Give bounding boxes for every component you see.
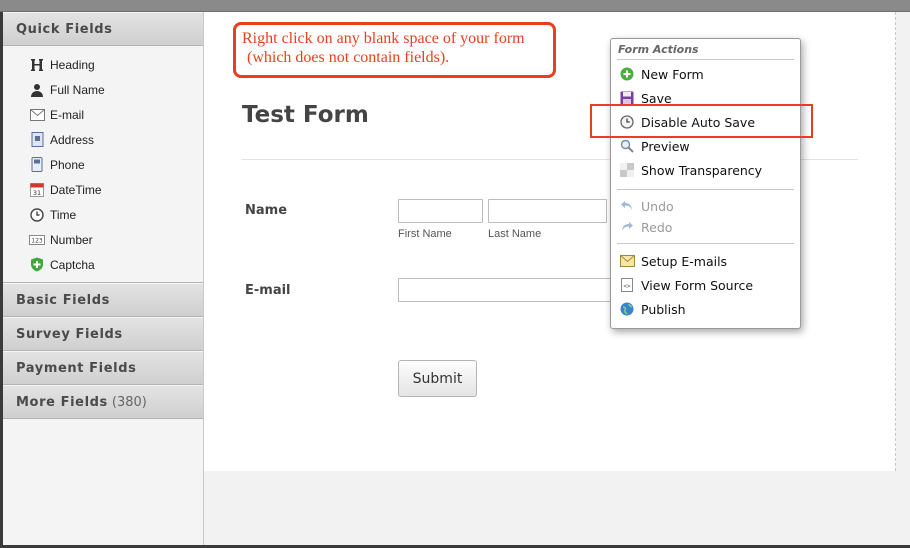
menu-item-setup-emails[interactable]: Setup E-mails bbox=[619, 251, 795, 271]
menu-item-label: New Form bbox=[641, 66, 704, 82]
quick-fields-header-label: Quick Fields bbox=[16, 21, 113, 37]
form-actions-context-menu: Form Actions New Form Save Disable Auto … bbox=[610, 38, 801, 329]
quick-field-captcha[interactable]: Captcha bbox=[3, 252, 203, 277]
quick-field-label: Full Name bbox=[50, 82, 105, 97]
person-icon bbox=[29, 82, 45, 98]
svg-text:<>: <> bbox=[623, 283, 631, 290]
window-top-bar bbox=[0, 0, 910, 12]
quick-field-label: Number bbox=[50, 232, 93, 247]
envelope-icon bbox=[29, 107, 45, 123]
source-code-icon: <> bbox=[619, 277, 635, 293]
quick-field-label: DateTime bbox=[50, 182, 102, 197]
last-name-sublabel: Last Name bbox=[488, 228, 542, 240]
menu-item-label: Publish bbox=[641, 301, 686, 317]
phone-icon bbox=[29, 157, 45, 173]
menu-separator bbox=[617, 59, 794, 60]
quick-field-label: Phone bbox=[50, 157, 85, 172]
name-field-label: Name bbox=[245, 203, 288, 218]
quick-field-number[interactable]: 123 Number bbox=[3, 227, 203, 252]
survey-fields-header-label: Survey Fields bbox=[16, 326, 123, 342]
quick-field-label: Address bbox=[50, 132, 95, 147]
payment-fields-header[interactable]: Payment Fields bbox=[3, 351, 203, 385]
quick-field-time[interactable]: Time bbox=[3, 202, 203, 227]
email-field-label: E-mail bbox=[245, 283, 291, 298]
more-fields-header[interactable]: More Fields (380) bbox=[3, 385, 203, 419]
svg-text:31: 31 bbox=[33, 189, 41, 197]
menu-item-label: Redo bbox=[641, 219, 673, 235]
survey-fields-header[interactable]: Survey Fields bbox=[3, 317, 203, 351]
quick-field-email[interactable]: E-mail bbox=[3, 102, 203, 127]
basic-fields-header-label: Basic Fields bbox=[16, 292, 110, 308]
menu-item-label: View Form Source bbox=[641, 277, 754, 293]
highlight-box bbox=[590, 104, 813, 138]
address-book-icon bbox=[29, 132, 45, 148]
quick-fields-list: Heading Full Name E-mail Address Phone 3… bbox=[3, 46, 203, 283]
callout-line-1: Right click on any blank space of your f… bbox=[242, 30, 525, 47]
quick-field-label: Time bbox=[50, 207, 77, 222]
menu-title: Form Actions bbox=[618, 43, 699, 56]
magnifier-icon bbox=[619, 138, 635, 154]
calendar-icon: 31 bbox=[29, 182, 45, 198]
transparency-icon bbox=[619, 162, 635, 178]
first-name-input[interactable] bbox=[398, 199, 483, 223]
menu-separator bbox=[617, 189, 794, 190]
quick-field-full-name[interactable]: Full Name bbox=[3, 77, 203, 102]
form-title[interactable]: Test Form bbox=[242, 102, 369, 128]
undo-arrow-icon bbox=[619, 198, 635, 214]
menu-item-publish[interactable]: Publish bbox=[619, 299, 795, 319]
envelope-icon bbox=[619, 253, 635, 269]
clock-icon bbox=[29, 207, 45, 223]
redo-arrow-icon bbox=[619, 219, 635, 235]
callout-line-2: (which does not contain fields). bbox=[247, 49, 450, 66]
quick-field-label: Heading bbox=[50, 57, 95, 72]
plus-circle-icon bbox=[619, 66, 635, 82]
last-name-input[interactable] bbox=[488, 199, 607, 223]
first-name-sublabel: First Name bbox=[398, 228, 452, 240]
fields-sidebar: Quick Fields Heading Full Name E-mail Ad… bbox=[3, 12, 204, 545]
number-icon: 123 bbox=[29, 232, 45, 248]
menu-item-preview[interactable]: Preview bbox=[619, 136, 795, 156]
quick-field-label: Captcha bbox=[50, 257, 95, 272]
heading-icon bbox=[29, 57, 45, 73]
quick-field-datetime[interactable]: 31 DateTime bbox=[3, 177, 203, 202]
submit-button[interactable]: Submit bbox=[398, 360, 477, 397]
quick-field-phone[interactable]: Phone bbox=[3, 152, 203, 177]
menu-item-undo[interactable]: Undo bbox=[619, 196, 795, 216]
email-input[interactable] bbox=[398, 278, 618, 302]
more-fields-count: (380) bbox=[111, 394, 147, 410]
menu-item-label: Show Transparency bbox=[641, 162, 763, 178]
globe-icon bbox=[619, 301, 635, 317]
payment-fields-header-label: Payment Fields bbox=[16, 360, 137, 376]
quick-field-heading[interactable]: Heading bbox=[3, 52, 203, 77]
quick-field-address[interactable]: Address bbox=[3, 127, 203, 152]
more-fields-header-label: More Fields bbox=[16, 394, 108, 410]
menu-item-label: Preview bbox=[641, 138, 690, 154]
menu-item-label: Undo bbox=[641, 198, 674, 214]
form-builder-area: Right click on any blank space of your f… bbox=[204, 12, 910, 545]
menu-item-show-transparency[interactable]: Show Transparency bbox=[619, 160, 795, 180]
svg-text:123: 123 bbox=[31, 237, 43, 244]
menu-separator bbox=[617, 243, 794, 244]
shield-plus-icon bbox=[29, 257, 45, 273]
instruction-callout: Right click on any blank space of your f… bbox=[233, 22, 556, 78]
menu-item-view-form-source[interactable]: <> View Form Source bbox=[619, 275, 795, 295]
menu-item-redo[interactable]: Redo bbox=[619, 217, 795, 237]
quick-field-label: E-mail bbox=[50, 107, 85, 122]
basic-fields-header[interactable]: Basic Fields bbox=[3, 283, 203, 317]
menu-item-new-form[interactable]: New Form bbox=[619, 64, 795, 84]
menu-item-label: Setup E-mails bbox=[641, 253, 728, 269]
quick-fields-header[interactable]: Quick Fields bbox=[3, 12, 203, 46]
